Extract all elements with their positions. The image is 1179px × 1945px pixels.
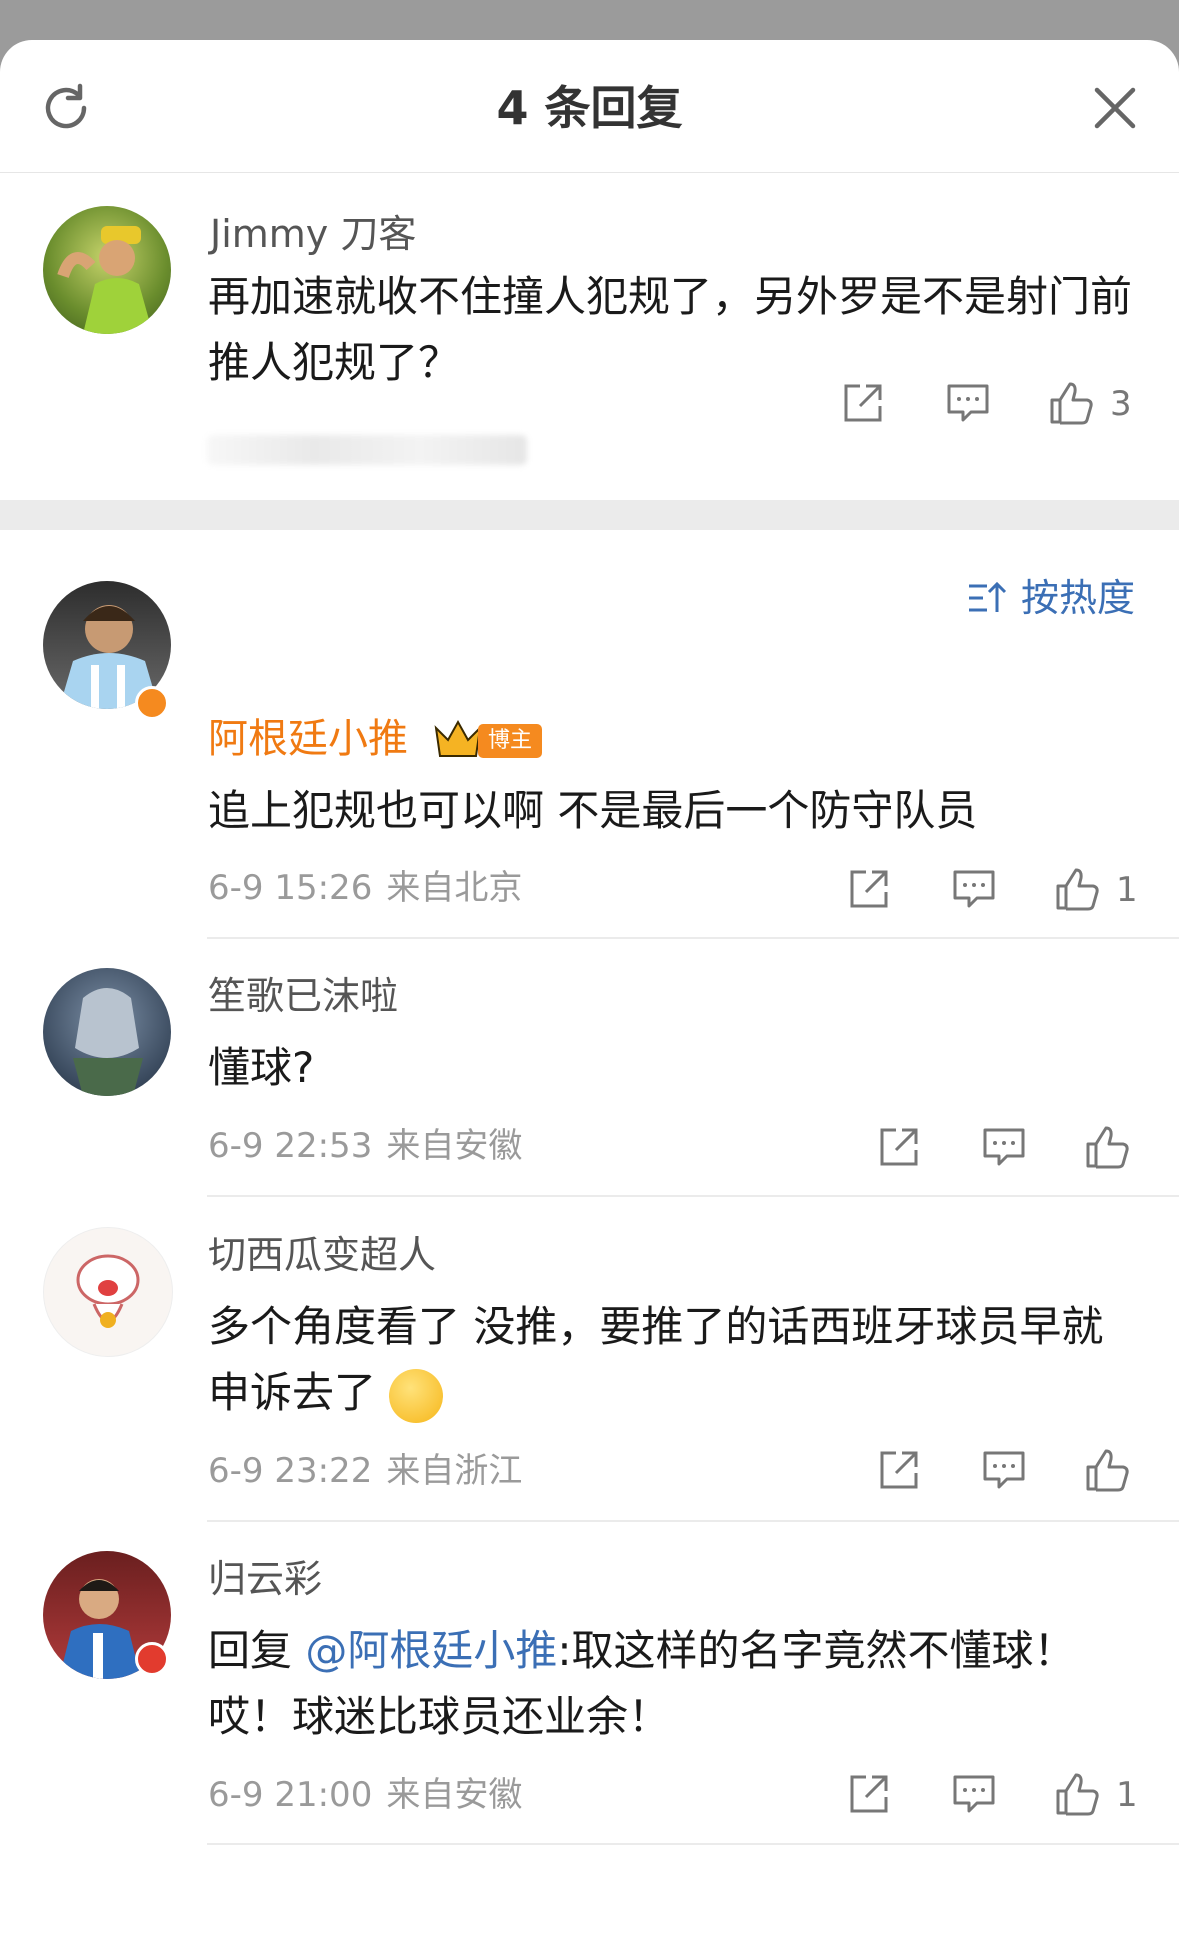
avatar-image [57,226,153,334]
like-icon[interactable] [1054,866,1100,912]
divider [207,1195,1179,1197]
close-icon[interactable] [1089,82,1141,134]
sort-label: 按热度 [1020,576,1135,620]
blogger-badge: 博主 [478,724,543,758]
reply-text: 回复 @阿根廷小推:取这样的名字竟然不懂球！哎！球迷比球员还业余！ [208,1618,1088,1750]
reply-time: 6-9 15:26 [208,868,373,908]
reply-location: 来自安徽 [386,1775,523,1815]
comment-icon[interactable] [981,1124,1027,1170]
share-icon[interactable] [876,1124,922,1170]
reply-author[interactable]: 阿根廷小推 [208,715,408,763]
reply-prefix: 回复 [208,1626,306,1675]
comment-icon[interactable] [951,866,997,912]
sort-button[interactable]: 按热度 [967,574,1135,622]
like-count: 1 [1116,870,1138,910]
reply-actions: 1 [846,1771,1146,1821]
share-icon[interactable] [846,866,892,912]
sheet-title: 4 条回复 [496,81,683,135]
reply-text: 多个角度看了 没推，要推了的话西班牙球员早就申诉去了 [208,1294,1138,1426]
like-count: 1 [1116,1775,1138,1815]
comment-icon[interactable] [951,1771,997,1817]
like-count: 3 [1110,384,1132,424]
reply-text: 懂球? [208,1043,315,1092]
reply-location: 来自浙江 [386,1451,523,1491]
reply-time: 6-9 21:00 [208,1775,373,1815]
comment-icon[interactable] [945,380,991,426]
avatar[interactable] [43,1227,173,1357]
reply-meta: 6-9 15:26 来自北京 [208,866,522,910]
like-icon[interactable] [1048,380,1094,426]
reply-author[interactable]: 切西瓜变超人 [208,1231,436,1279]
crown-icon [434,719,482,757]
share-icon[interactable] [840,380,886,426]
avatar-image [73,988,143,1096]
comment-text: 再加速就收不住撞人犯规了，另外罗是不是射门前推人犯规了？ [208,272,1133,387]
reply-time: 6-9 22:53 [208,1126,373,1166]
reply-location: 来自安徽 [386,1126,523,1166]
reply-actions [876,1447,1136,1497]
reply-time: 6-9 23:22 [208,1451,373,1491]
shush-emoji-icon [389,1368,444,1423]
mention-link[interactable]: @阿根廷小推 [305,1626,557,1675]
avatar-image [76,1254,140,1328]
reply-text-body: 多个角度看了 没推，要推了的话西班牙球员早就申诉去了 [208,1302,1104,1417]
like-icon[interactable] [1054,1771,1100,1817]
replies-sheet: 4 条回复 Jimmy 刀客 再加速就收不住撞人犯规了，另外罗是不是射门前推人犯… [0,40,1179,1945]
reply-meta: 6-9 22:53 来自安徽 [208,1124,522,1168]
reply-text: 追上犯规也可以啊 不是最后一个防守队员 [208,786,978,835]
comment-icon[interactable] [981,1447,1027,1493]
reply-meta: 6-9 23:22 来自浙江 [208,1449,522,1493]
reply-actions [876,1124,1136,1174]
divider [207,1520,1179,1522]
sort-icon [968,581,1007,612]
avatar[interactable] [43,206,171,334]
reply-location: 来自北京 [386,868,523,908]
avatar[interactable] [43,968,171,1096]
reply-actions: 1 [846,866,1146,916]
section-separator [0,500,1179,530]
share-icon[interactable] [846,1771,892,1817]
comment-actions: 3 [840,380,1140,430]
divider [207,1843,1179,1845]
share-icon[interactable] [876,1447,922,1493]
verified-icon [135,1642,169,1676]
like-icon[interactable] [1084,1124,1130,1170]
blurred-meta [207,435,527,465]
reply-author[interactable]: 笙歌已沫啦 [208,972,398,1020]
reply-meta: 6-9 21:00 来自安徽 [208,1773,522,1817]
divider [207,937,1179,939]
reply-author[interactable]: 归云彩 [208,1555,322,1603]
verified-icon [135,686,169,720]
like-icon[interactable] [1084,1447,1130,1493]
comment-author[interactable]: Jimmy 刀客 [210,210,416,258]
sheet-header: 4 条回复 [0,40,1179,173]
